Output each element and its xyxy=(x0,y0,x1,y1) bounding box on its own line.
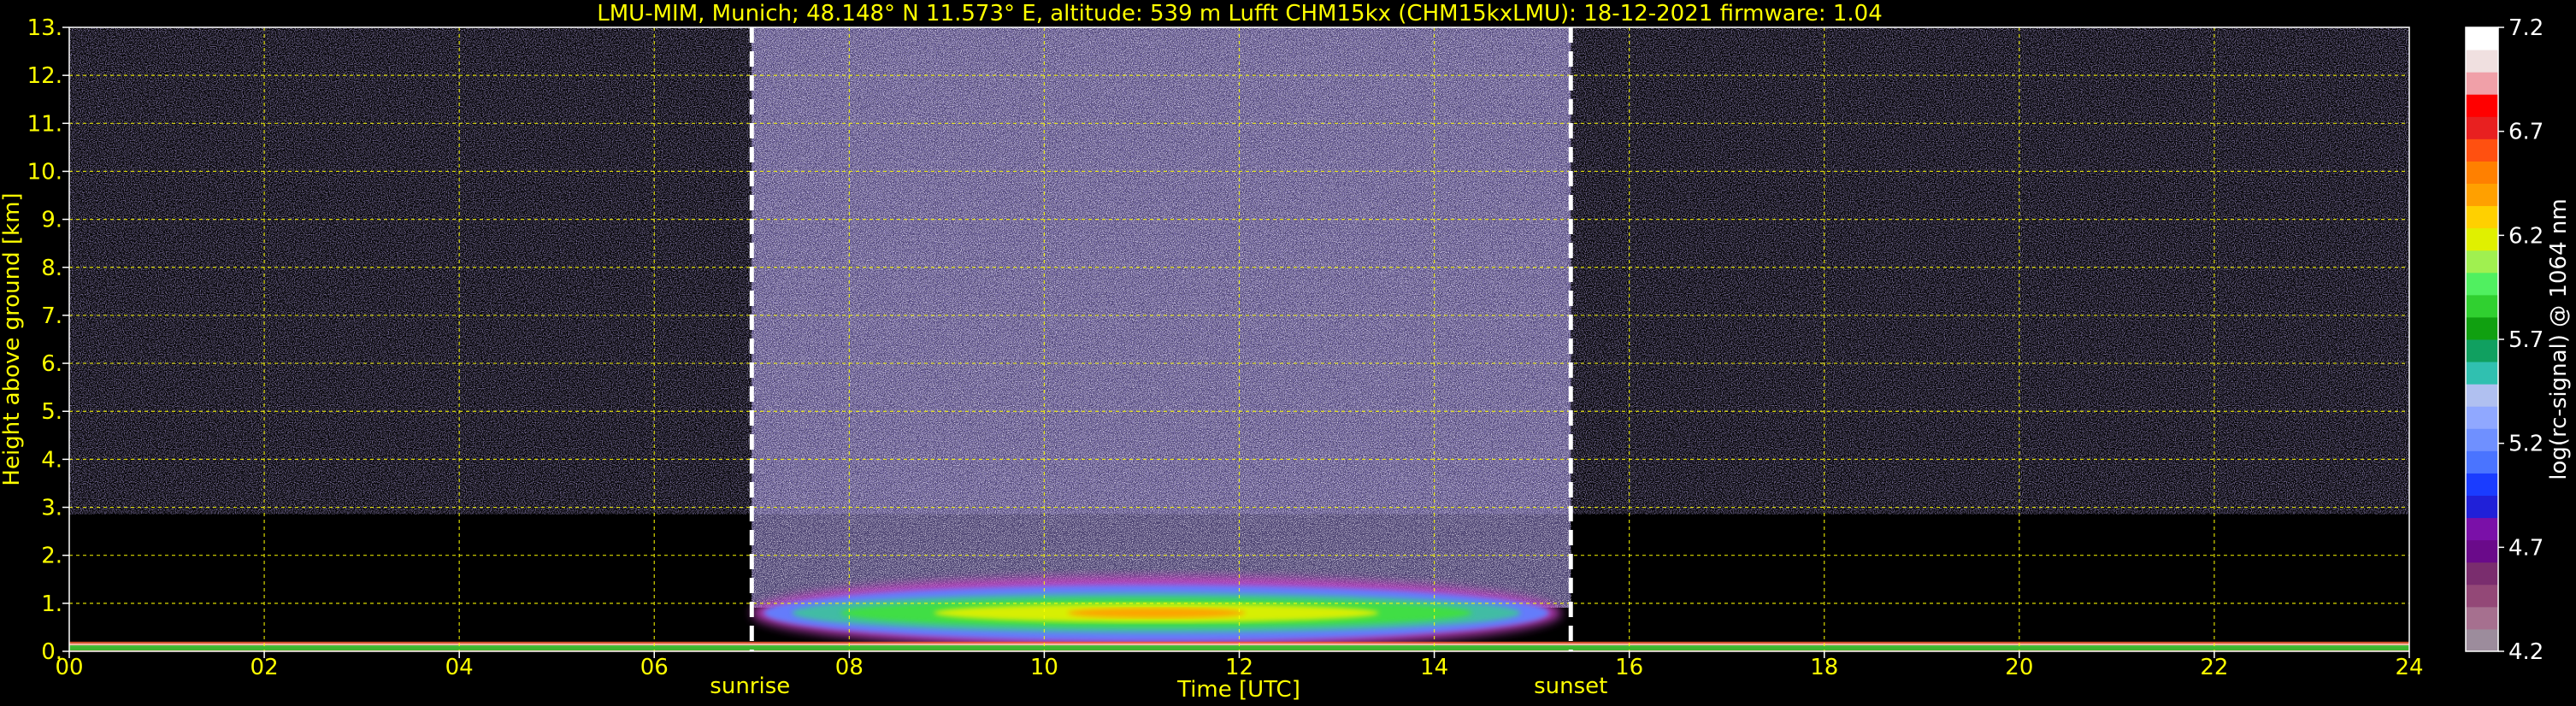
y-tick-label: 13. xyxy=(27,15,62,41)
colorbar-swatch xyxy=(2466,539,2498,563)
colorbar-label: log(rc-signal) @ 1064 nm xyxy=(2546,198,2572,479)
y-tick-label: 3. xyxy=(41,496,62,521)
x-tick-label: 16 xyxy=(1615,655,1643,680)
colorbar-swatch xyxy=(2466,27,2498,50)
y-tick-label: 9. xyxy=(41,208,62,233)
sunrise-label: sunrise xyxy=(710,674,790,699)
colorbar-swatch xyxy=(2466,473,2498,496)
colorbar-swatch xyxy=(2466,94,2498,117)
colorbar-swatch xyxy=(2466,450,2498,474)
colorbar-swatch xyxy=(2466,406,2498,429)
backscatter-field xyxy=(69,27,2409,651)
x-tick-label: 08 xyxy=(835,655,864,680)
colorbar-swatch xyxy=(2466,384,2498,407)
ceilometer-chart: LMU-MIM, Munich; 48.148° N 11.573° E, al… xyxy=(0,0,2576,706)
colorbar-swatch xyxy=(2466,250,2498,274)
colorbar-swatch xyxy=(2466,339,2498,362)
x-tick-label: 22 xyxy=(2200,655,2228,680)
x-tick-label: 02 xyxy=(251,655,279,680)
colorbar-swatch xyxy=(2466,183,2498,207)
y-tick-label: 2. xyxy=(41,544,62,569)
colorbar-tick-label: 6.7 xyxy=(2508,120,2544,145)
colorbar-tick-label: 5.7 xyxy=(2508,327,2544,353)
x-tick-label: 24 xyxy=(2395,655,2423,680)
x-tick-label: 00 xyxy=(55,655,83,680)
colorbar-swatch xyxy=(2466,72,2498,95)
colorbar-swatch xyxy=(2466,562,2498,585)
colorbar-swatch xyxy=(2466,584,2498,608)
colorbar-swatch xyxy=(2466,428,2498,451)
x-tick-label: 10 xyxy=(1030,655,1058,680)
colorbar-swatch xyxy=(2466,161,2498,184)
colorbar-swatch xyxy=(2466,316,2498,340)
y-tick-label: 7. xyxy=(41,303,62,329)
x-tick-label: 04 xyxy=(445,655,474,680)
colorbar-tick-label: 6.2 xyxy=(2508,223,2544,249)
colorbar-tick-label: 4.7 xyxy=(2508,535,2544,561)
colorbar-swatch xyxy=(2466,50,2498,73)
colorbar-swatch xyxy=(2466,272,2498,296)
colorbar-tick-label: 5.2 xyxy=(2508,432,2544,457)
y-tick-label: 12. xyxy=(27,63,62,89)
sunset-label: sunset xyxy=(1534,674,1607,699)
colorbar-swatch xyxy=(2466,227,2498,251)
y-tick-label: 1. xyxy=(41,591,62,617)
x-tick-label: 06 xyxy=(640,655,669,680)
x-tick-label: 18 xyxy=(1810,655,1838,680)
colorbar-swatch xyxy=(2466,628,2498,652)
colorbar-tick-label: 7.2 xyxy=(2508,15,2544,41)
colorbar-swatch xyxy=(2466,116,2498,139)
y-tick-label: 8. xyxy=(41,256,62,281)
y-tick-label: 4. xyxy=(41,447,62,473)
noise-speckle-day xyxy=(752,27,1571,608)
x-tick-label: 20 xyxy=(2005,655,2033,680)
colorbar-swatch xyxy=(2466,495,2498,519)
y-tick-label: 10. xyxy=(27,159,62,185)
colorbar-swatch xyxy=(2466,205,2498,229)
colorbar-swatch xyxy=(2466,606,2498,630)
colorbar-swatch xyxy=(2466,138,2498,162)
colorbar-tick-label: 4.2 xyxy=(2508,639,2544,665)
colorbar-swatch xyxy=(2466,362,2498,385)
plot-area xyxy=(68,26,2410,652)
y-axis-label: Height above ground [km] xyxy=(0,192,25,485)
y-tick-label: 6. xyxy=(41,351,62,377)
colorbar-swatch xyxy=(2466,294,2498,318)
chart-title: LMU-MIM, Munich; 48.148° N 11.573° E, al… xyxy=(597,1,1882,26)
colorbar-swatch xyxy=(2466,517,2498,541)
x-tick-label: 14 xyxy=(1420,655,1448,680)
x-axis-label: Time [UTC] xyxy=(1176,677,1300,703)
y-tick-label: 5. xyxy=(41,399,62,425)
y-tick-label: 11. xyxy=(27,111,62,137)
cloud-layer-5 xyxy=(1067,608,1246,618)
